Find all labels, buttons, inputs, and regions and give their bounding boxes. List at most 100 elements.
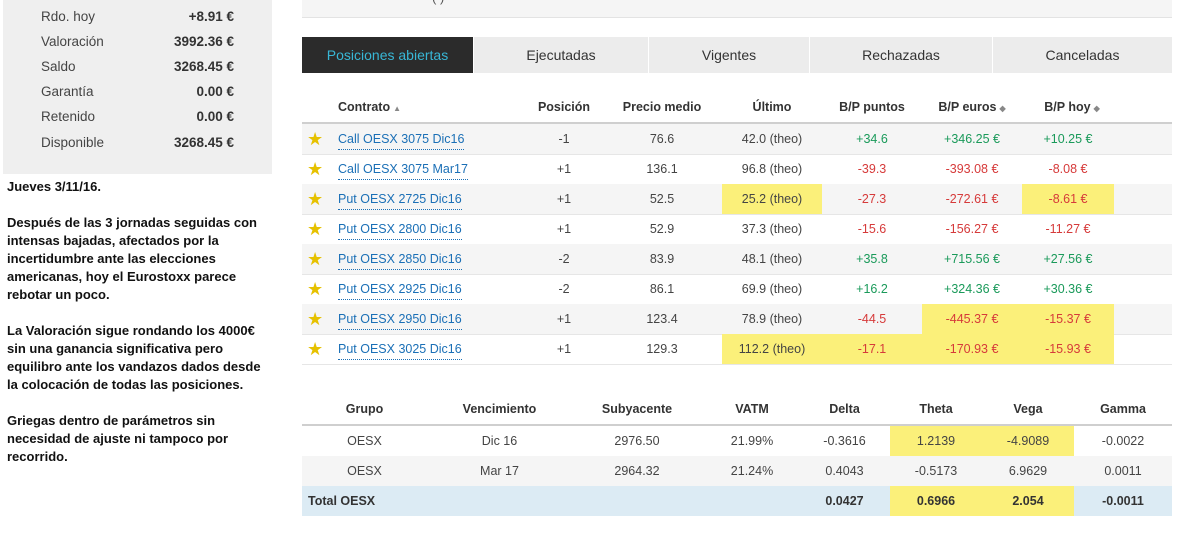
favorite-star-icon[interactable]: ★ xyxy=(307,159,327,179)
favorite-star-icon[interactable]: ★ xyxy=(307,189,327,209)
col-header-subyacente: Subyacente xyxy=(601,402,673,416)
table-row: ★ Put OESX 2800 Dic16 +1 52.9 37.3 (theo) -15… xyxy=(302,214,1172,245)
top-info-strip: ( ) xyxy=(302,0,1172,18)
favorite-star-icon[interactable]: ★ xyxy=(307,309,327,329)
cell-puntos: -44.5 xyxy=(857,312,887,326)
summary-row-saldo: Saldo 3268.45 € xyxy=(3,59,272,84)
total-vega: 2.054 xyxy=(982,486,1074,516)
contract-link[interactable]: Put OESX 2925 Dic16 xyxy=(338,280,462,300)
contract-link[interactable]: Put OESX 3025 Dic16 xyxy=(338,340,462,360)
cell-delta: 0.4043 xyxy=(825,464,864,478)
cell-precio: 76.6 xyxy=(649,132,675,146)
top-strip-text: ( ) xyxy=(432,0,444,5)
cell-posicion: +1 xyxy=(556,222,572,236)
summary-value: 3268.45 € xyxy=(173,135,234,150)
cell-puntos: +35.8 xyxy=(856,252,888,266)
cell-euros: -272.61 € xyxy=(945,192,999,206)
sort-both-icon: ◆ xyxy=(999,104,1006,113)
summary-value: 0.00 € xyxy=(196,109,234,124)
cell-euros: -393.08 € xyxy=(945,162,999,176)
favorite-star-icon[interactable]: ★ xyxy=(307,279,327,299)
cell-posicion: -2 xyxy=(558,282,570,296)
cell-precio: 52.9 xyxy=(649,222,675,236)
cell-ultimo: 37.3 (theo) xyxy=(741,222,803,236)
cell-euros: -445.37 € xyxy=(922,304,1022,334)
tab-posiciones-abiertas[interactable]: Posiciones abiertas xyxy=(302,37,474,73)
cell-puntos: -27.3 xyxy=(857,192,887,206)
cell-theta: -0.5173 xyxy=(914,464,958,478)
tab-rechazadas[interactable]: Rechazadas xyxy=(810,37,993,73)
greeks-row: OESX Dic 16 2976.50 21.99% -0.3616 1.213… xyxy=(302,426,1172,457)
contract-link[interactable]: Call OESX 3075 Dic16 xyxy=(338,130,465,150)
commentary-note: Jueves 3/11/16. Después de las 3 jornada… xyxy=(7,178,272,484)
sort-both-icon: ◆ xyxy=(1093,104,1100,113)
total-label: Total OESX xyxy=(308,494,376,508)
table-row: ★ Call OESX 3075 Mar17 +1 136.1 96.8 (theo) -… xyxy=(302,154,1172,185)
favorite-star-icon[interactable]: ★ xyxy=(307,129,327,149)
col-header-bp-euros[interactable]: B/P euros ◆ xyxy=(922,100,1022,114)
cell-euros: +715.56 € xyxy=(944,252,1000,266)
cell-ultimo: 48.1 (theo) xyxy=(741,252,803,266)
cell-hoy: -8.61 € xyxy=(1022,184,1114,214)
cell-ultimo: 112.2 (theo) xyxy=(722,334,822,364)
col-header-grupo: Grupo xyxy=(345,402,384,416)
cell-hoy: -15.93 € xyxy=(1022,334,1114,364)
summary-label: Valoración xyxy=(41,34,104,49)
col-header-contrato[interactable]: Contrato ▲ xyxy=(338,100,401,114)
tab-ejecutadas[interactable]: Ejecutadas xyxy=(474,37,649,73)
summary-row-garantia: Garantía 0.00 € xyxy=(3,84,272,109)
col-header-vega: Vega xyxy=(1013,402,1043,416)
cell-ultimo: 42.0 (theo) xyxy=(741,132,803,146)
orders-tabs: Posiciones abiertas Ejecutadas Vigentes … xyxy=(302,37,1172,73)
favorite-star-icon[interactable]: ★ xyxy=(307,219,327,239)
cell-euros: +324.36 € xyxy=(944,282,1000,296)
cell-gamma: 0.0011 xyxy=(1104,464,1142,478)
cell-grupo: OESX xyxy=(347,434,382,448)
cell-hoy: -15.37 € xyxy=(1022,304,1114,334)
summary-row-disponible: Disponible 3268.45 € xyxy=(3,135,272,160)
tab-canceladas[interactable]: Canceladas xyxy=(993,37,1172,73)
cell-posicion: +1 xyxy=(556,192,572,206)
cell-theta: 1.2139 xyxy=(890,426,982,456)
summary-value: 3268.45 € xyxy=(173,59,234,74)
cell-ultimo: 78.9 (theo) xyxy=(741,312,803,326)
favorite-star-icon[interactable]: ★ xyxy=(307,249,327,269)
greeks-header: Grupo Vencimiento Subyacente VATM Delta … xyxy=(302,394,1172,426)
note-paragraph: La Valoración sigue rondando los 4000€ s… xyxy=(7,323,261,392)
col-header-delta: Delta xyxy=(829,402,860,416)
cell-posicion: -2 xyxy=(558,252,570,266)
contract-link[interactable]: Put OESX 2950 Dic16 xyxy=(338,310,462,330)
summary-value: 3992.36 € xyxy=(173,34,234,49)
cell-precio: 129.3 xyxy=(646,342,678,356)
summary-label: Rdo. hoy xyxy=(41,9,96,24)
contract-link[interactable]: Put OESX 2850 Dic16 xyxy=(338,250,462,270)
col-header-gamma: Gamma xyxy=(1100,402,1146,416)
contract-link[interactable]: Put OESX 2800 Dic16 xyxy=(338,220,462,240)
note-date: Jueves 3/11/16. xyxy=(7,179,101,194)
col-header-label: B/P euros xyxy=(938,100,997,114)
cell-hoy: +30.36 € xyxy=(1043,282,1093,296)
cell-precio: 83.9 xyxy=(649,252,675,266)
cell-euros: -170.93 € xyxy=(922,334,1022,364)
positions-header: Contrato ▲ Posición Precio medio Último B… xyxy=(302,92,1172,124)
cell-subyacente: 2964.32 xyxy=(614,464,660,478)
cell-hoy: -8.08 € xyxy=(1048,162,1088,176)
note-paragraph: Griegas dentro de parámetros sin necesid… xyxy=(7,413,229,464)
col-header-bp-puntos: B/P puntos xyxy=(839,100,905,114)
cell-precio: 52.5 xyxy=(649,192,675,206)
total-gamma: -0.0011 xyxy=(1102,494,1144,508)
table-row: ★ Put OESX 2850 Dic16 -2 83.9 48.1 (theo) +35… xyxy=(302,244,1172,275)
summary-row-retenido: Retenido 0.00 € xyxy=(3,109,272,134)
table-row: ★ Put OESX 3025 Dic16 +1 129.3 112.2 (theo) -… xyxy=(302,334,1172,365)
cell-precio: 86.1 xyxy=(649,282,675,296)
cell-posicion: +1 xyxy=(556,312,572,326)
col-header-theta: Theta xyxy=(919,402,953,416)
cell-vencimiento: Dic 16 xyxy=(481,434,518,448)
contract-link[interactable]: Call OESX 3075 Mar17 xyxy=(338,160,468,180)
cell-puntos: -17.1 xyxy=(822,334,922,364)
col-header-bp-hoy[interactable]: B/P hoy ◆ xyxy=(1022,100,1122,114)
cell-precio: 123.4 xyxy=(646,312,678,326)
favorite-star-icon[interactable]: ★ xyxy=(307,339,327,359)
tab-vigentes[interactable]: Vigentes xyxy=(649,37,810,73)
contract-link[interactable]: Put OESX 2725 Dic16 xyxy=(338,190,462,210)
